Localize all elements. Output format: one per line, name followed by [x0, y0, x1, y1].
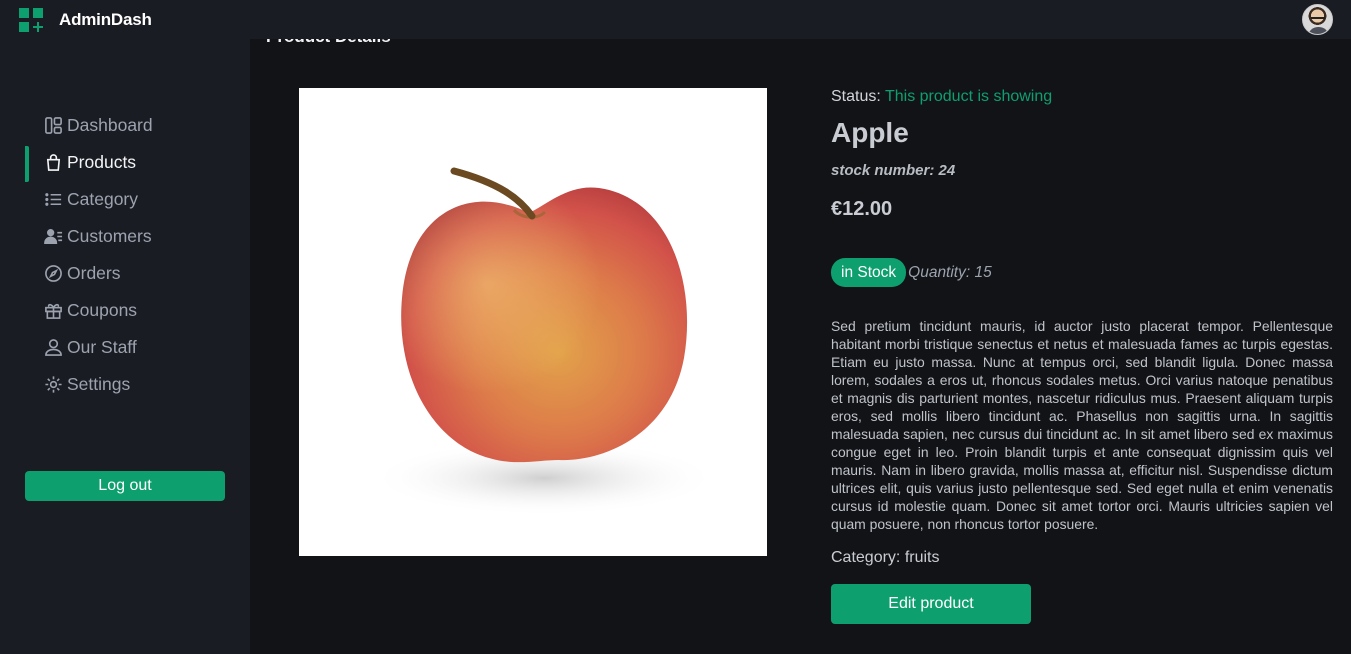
product-category: Category: fruits — [831, 549, 940, 566]
list-icon — [43, 190, 63, 210]
sidebar-item-label: Orders — [67, 263, 121, 283]
sidebar-nav: Dashboard Products Category Customers Or… — [0, 107, 250, 403]
sidebar-item-coupons[interactable]: Coupons — [0, 292, 250, 329]
product-price: €12.00 — [831, 198, 893, 220]
shopping-bag-icon — [43, 153, 63, 173]
status-label: Status: — [831, 88, 881, 105]
edit-product-button[interactable]: Edit product — [831, 584, 1031, 624]
status-value: This product is showing — [884, 88, 1053, 105]
product-name: Apple — [831, 117, 909, 148]
users-icon — [43, 227, 63, 247]
sidebar-item-label: Products — [67, 152, 137, 172]
product-status: Status: This product is showing — [831, 88, 1052, 106]
sidebar-item-customers[interactable]: Customers — [0, 218, 250, 255]
sidebar-item-label: Settings — [67, 374, 131, 394]
sidebar-item-label: Coupons — [67, 300, 138, 320]
sidebar-item-category[interactable]: Category — [0, 181, 250, 218]
avatar[interactable] — [1302, 4, 1333, 35]
sidebar-item-dashboard[interactable]: Dashboard — [0, 107, 250, 144]
logo-icon — [19, 7, 43, 32]
sidebar-item-label: Our Staff — [67, 337, 137, 357]
logout-button[interactable]: Log out — [25, 471, 225, 501]
sidebar-item-orders[interactable]: Orders — [0, 255, 250, 292]
gear-icon — [43, 375, 63, 395]
gift-icon — [43, 301, 63, 321]
sidebar-item-products[interactable]: Products — [0, 144, 250, 182]
grid-icon — [43, 116, 63, 136]
user-icon — [43, 338, 63, 358]
stock-number: stock number: 24 — [831, 162, 956, 179]
stock-row: in Stock Quantity: 15 — [831, 258, 992, 287]
sidebar-item-label: Customers — [67, 226, 152, 246]
stock-badge: in Stock — [831, 258, 907, 287]
sidebar-item-label: Category — [67, 189, 139, 209]
sidebar-item-settings[interactable]: Settings — [0, 366, 250, 403]
sidebar-item-label: Dashboard — [67, 115, 153, 135]
compass-icon — [43, 264, 63, 284]
product-image — [299, 88, 767, 556]
top-bar: AdminDash — [0, 0, 1351, 39]
main-content: Product Details — [250, 27, 1351, 654]
quantity: Quantity: 15 — [908, 263, 992, 281]
sidebar: Dashboard Products Category Customers Or… — [0, 39, 250, 654]
brand-name: AdminDash — [59, 9, 152, 29]
brand[interactable]: AdminDash — [19, 7, 152, 32]
product-description: Sed pretium tincidunt mauris, id auctor … — [831, 318, 1333, 532]
sidebar-item-our-staff[interactable]: Our Staff — [0, 329, 250, 366]
